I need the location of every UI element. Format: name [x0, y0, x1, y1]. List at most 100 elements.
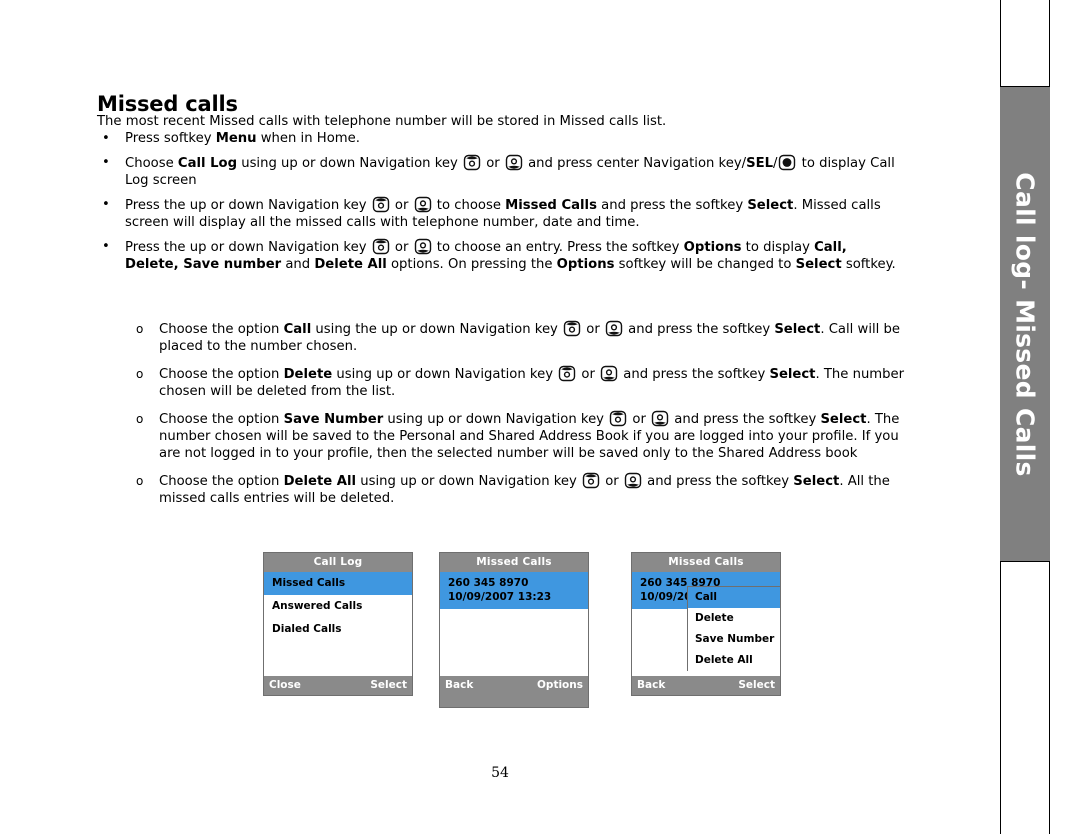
body-text: Choose the option [159, 412, 284, 427]
chapter-tab: Call log- Missed Calls [1000, 86, 1050, 562]
screen-title: Missed Calls [440, 553, 588, 572]
body-text: using up or down Navigation key [383, 412, 609, 427]
body-text: and [281, 257, 315, 272]
body-text: Choose the option [159, 322, 284, 337]
phone-screen-missed-calls-options: Missed Calls 260 345 8970 10/09/2007 13:… [631, 552, 781, 696]
bullet-marker-icon: • [102, 155, 110, 170]
bullet-choose-entry-options: • Press the up or down Navigation key or … [97, 238, 897, 273]
body-text: to choose an entry. Press the softkey [432, 240, 684, 255]
list-item[interactable]: Missed Calls [264, 572, 412, 595]
softkey-bar: Back Options [440, 676, 588, 695]
softkey-left[interactable]: Close [269, 679, 301, 691]
menu-item-save-number[interactable]: Save Number [688, 629, 780, 650]
body-text: or [582, 322, 604, 337]
body-text: Choose the option [159, 367, 284, 382]
emphasis-text: Call [283, 322, 312, 337]
body-text: or [482, 156, 504, 171]
emphasis-text: Select [795, 257, 842, 272]
body-text: or [601, 474, 623, 489]
call-entry[interactable]: 260 345 8970 10/09/2007 13:23 [440, 572, 588, 609]
sub-bullet-marker-icon: o [136, 322, 144, 336]
emphasis-text: Delete [283, 367, 333, 382]
screen-body: 260 345 8970 10/09/2007 13:23 Call Delet… [632, 572, 780, 676]
nav-down-key-icon [624, 472, 642, 489]
list-item[interactable]: Answered Calls [264, 595, 412, 618]
bullet-choose-missed-calls: • Press the up or down Navigation key or … [97, 196, 897, 231]
body-text: or [577, 367, 600, 382]
entry-datetime: 10/09/2007 13:23 [448, 591, 552, 603]
body-text: / [773, 156, 778, 171]
body-text: and press the softkey [596, 198, 748, 213]
emphasis-text: SEL [746, 156, 774, 171]
nav-center-sel-key-icon [778, 154, 796, 171]
bullet-marker-icon: • [102, 197, 110, 212]
phone-screen-missed-calls: Missed Calls 260 345 8970 10/09/2007 13:… [439, 552, 589, 708]
nav-up-key-icon [563, 320, 581, 337]
emphasis-text: Select [774, 322, 821, 337]
list-item[interactable]: Dialed Calls [264, 618, 412, 641]
bullet-marker-icon: • [102, 239, 110, 254]
emphasis-text: Select [747, 198, 794, 213]
screen-body: Missed Calls Answered Calls Dialed Calls [264, 572, 412, 676]
menu-item-delete-all[interactable]: Delete All [688, 650, 780, 671]
sub-bullet-option-delete-all: o Choose the option Delete All using up o… [133, 472, 923, 507]
body-text: and press the softkey [670, 412, 821, 427]
body-text: using the up or down Navigation key [311, 322, 563, 337]
chapter-tab-label: Call log- Missed Calls [1010, 171, 1040, 477]
nav-down-key-icon [651, 410, 669, 427]
sub-bullet-option-call: o Choose the option Call using the up or … [133, 320, 923, 355]
nav-up-key-icon [609, 410, 627, 427]
nav-down-key-icon [600, 365, 618, 382]
softkey-right[interactable]: Select [738, 679, 775, 691]
sub-bullet-option-delete: o Choose the option Delete using up or do… [133, 365, 923, 400]
screen-title: Call Log [264, 553, 412, 572]
main-bullet-list: • Press softkey Menu when in Home. • Choose… [97, 130, 897, 280]
emphasis-text: Missed Calls [505, 198, 597, 213]
nav-up-key-icon [558, 365, 576, 382]
sub-bullet-list: o Choose the option Call using the up or … [133, 320, 923, 517]
softkey-left[interactable]: Back [445, 679, 473, 691]
body-text: and press the softkey [642, 474, 794, 489]
emphasis-text: Options [556, 257, 615, 272]
body-text: Choose the option [159, 474, 284, 489]
menu-item-call[interactable]: Call [688, 587, 780, 608]
softkey-left[interactable]: Back [637, 679, 665, 691]
emphasis-text: Menu [215, 131, 257, 146]
screen-body: 260 345 8970 10/09/2007 13:23 [440, 572, 588, 676]
body-text: softkey. [841, 257, 896, 272]
bullet-choose-call-log: • Choose Call Log using up or down Naviga… [97, 154, 897, 189]
body-text: using up or down Navigation key [237, 156, 462, 171]
nav-up-key-icon [582, 472, 600, 489]
body-text: using up or down Navigation key [356, 474, 582, 489]
softkey-bar: Back Select [632, 676, 780, 695]
body-text: to display [741, 240, 815, 255]
sub-bullet-marker-icon: o [136, 412, 144, 426]
sub-bullet-marker-icon: o [136, 474, 144, 488]
body-text: to choose [432, 198, 506, 213]
body-text: when in Home. [256, 131, 360, 146]
softkey-right[interactable]: Options [537, 679, 583, 691]
nav-down-key-icon [414, 196, 432, 213]
emphasis-text: Delete All [283, 474, 357, 489]
body-text: Press the up or down Navigation key [125, 198, 371, 213]
body-text: or [390, 240, 413, 255]
body-text: options. On pressing the [386, 257, 557, 272]
emphasis-text: Select [769, 367, 816, 382]
body-text: and press center Navigation key/ [523, 156, 747, 171]
screen-bottom-filler [440, 695, 588, 707]
intro-paragraph: The most recent Missed calls with teleph… [97, 114, 667, 129]
softkey-right[interactable]: Select [370, 679, 407, 691]
nav-down-key-icon [605, 320, 623, 337]
body-text: Choose [125, 156, 178, 171]
emphasis-text: Delete All [314, 257, 387, 272]
sub-bullet-marker-icon: o [136, 367, 144, 381]
body-text: and press the softkey [619, 367, 770, 382]
entry-number: 260 345 8970 [448, 577, 529, 589]
emphasis-text: Select [820, 412, 867, 427]
nav-up-key-icon [372, 196, 390, 213]
body-text: or [390, 198, 413, 213]
phone-screen-call-log: Call Log Missed Calls Answered Calls Dia… [263, 552, 413, 696]
menu-item-delete[interactable]: Delete [688, 608, 780, 629]
sub-bullet-option-save-number: o Choose the option Save Number using up … [133, 410, 923, 462]
nav-up-key-icon [372, 238, 390, 255]
